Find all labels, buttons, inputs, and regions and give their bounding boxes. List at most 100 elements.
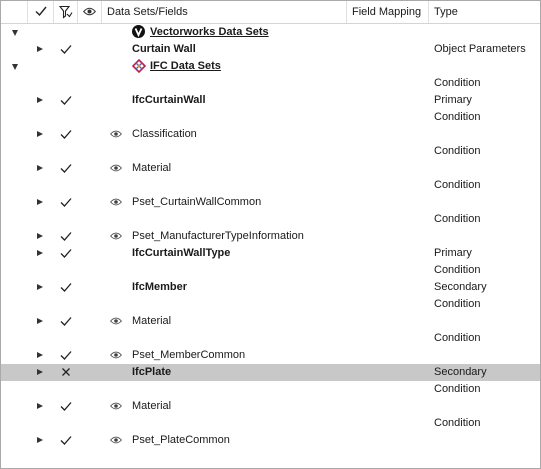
- filter-icon: [59, 5, 73, 19]
- expand-arrow-icon[interactable]: [37, 233, 43, 239]
- condition-row[interactable]: Condition: [1, 262, 540, 279]
- include-check-icon[interactable]: [60, 401, 72, 411]
- row-type: Primary: [434, 94, 472, 106]
- condition-row[interactable]: Condition: [1, 143, 540, 160]
- include-check-icon[interactable]: [60, 129, 72, 139]
- tree-row[interactable]: Classification: [1, 126, 540, 143]
- row-name: IfcCurtainWall: [132, 94, 206, 106]
- expand-arrow-icon[interactable]: [37, 318, 43, 324]
- visibility-eye-icon[interactable]: [110, 351, 122, 359]
- condition-row[interactable]: Condition: [1, 381, 540, 398]
- expand-arrow-icon[interactable]: [37, 199, 43, 205]
- tree-row[interactable]: Vectorworks Data Sets: [1, 24, 540, 41]
- visibility-eye-icon[interactable]: [110, 198, 122, 206]
- expand-arrow-icon[interactable]: [37, 46, 43, 52]
- include-check-icon[interactable]: [60, 248, 72, 258]
- header-visibility-column[interactable]: [78, 1, 102, 23]
- visibility-eye-icon[interactable]: [110, 164, 122, 172]
- condition-row[interactable]: Condition: [1, 109, 540, 126]
- include-check-icon[interactable]: [60, 350, 72, 360]
- include-check-icon[interactable]: [60, 95, 72, 105]
- tree-row[interactable]: IFC Data Sets: [1, 58, 540, 75]
- tree-row[interactable]: Material: [1, 160, 540, 177]
- condition-row[interactable]: Condition: [1, 330, 540, 347]
- expand-arrow-icon[interactable]: [37, 352, 43, 358]
- tree-row[interactable]: Pset_ManufacturerTypeInformation: [1, 228, 540, 245]
- include-check-icon[interactable]: [60, 231, 72, 241]
- row-type: Condition: [434, 213, 481, 225]
- header-mapping-column[interactable]: [54, 1, 78, 23]
- tree-row[interactable]: Curtain Wall Object Parameters: [1, 41, 540, 58]
- expand-arrow-icon[interactable]: [37, 403, 43, 409]
- row-type: Condition: [434, 77, 481, 89]
- header-field-mapping-label: Field Mapping: [352, 6, 422, 18]
- expand-arrow-icon[interactable]: [37, 97, 43, 103]
- row-name: Material: [132, 400, 172, 412]
- header-datasets-label: Data Sets/Fields: [107, 6, 188, 18]
- row-name: Curtain Wall: [132, 43, 196, 55]
- expand-arrow-icon[interactable]: [37, 131, 43, 137]
- row-name: IFC Data Sets: [150, 60, 221, 72]
- row-type: Condition: [434, 383, 481, 395]
- expand-arrow-icon[interactable]: [37, 165, 43, 171]
- header-type-label: Type: [434, 6, 458, 18]
- header-expand-column[interactable]: [1, 1, 28, 23]
- header-include-column[interactable]: [28, 1, 54, 23]
- tree-row[interactable]: IfcCurtainWallType Primary: [1, 245, 540, 262]
- visibility-eye-icon[interactable]: [110, 130, 122, 138]
- header-type-column[interactable]: Type: [429, 1, 540, 23]
- row-type: Condition: [434, 417, 481, 429]
- include-check-icon[interactable]: [60, 282, 72, 292]
- collapse-arrow-icon[interactable]: [12, 64, 18, 70]
- expand-arrow-icon[interactable]: [37, 369, 43, 375]
- expand-arrow-icon[interactable]: [37, 250, 43, 256]
- visibility-eye-icon[interactable]: [110, 232, 122, 240]
- row-name: Classification: [132, 128, 197, 140]
- include-check-icon[interactable]: [60, 435, 72, 445]
- condition-row[interactable]: Condition: [1, 211, 540, 228]
- condition-row[interactable]: Condition: [1, 296, 540, 313]
- header-datasets-column[interactable]: Data Sets/Fields: [102, 1, 347, 23]
- tree-row[interactable]: Material: [1, 313, 540, 330]
- vectorworks-logo-icon: [132, 25, 145, 38]
- exclude-cross-icon[interactable]: [60, 367, 72, 377]
- row-name: IfcPlate: [132, 366, 172, 378]
- row-name: Material: [132, 315, 172, 327]
- tree-row[interactable]: IfcMember Secondary: [1, 279, 540, 296]
- row-type: Condition: [434, 332, 481, 344]
- visibility-eye-icon[interactable]: [110, 317, 122, 325]
- row-name: Material: [132, 162, 172, 174]
- condition-row[interactable]: Condition: [1, 177, 540, 194]
- row-name: Pset_MemberCommon: [132, 349, 246, 361]
- tree-row[interactable]: IfcCurtainWall Primary: [1, 92, 540, 109]
- ifc-logo-icon: [132, 59, 146, 73]
- row-type: Condition: [434, 298, 481, 310]
- expand-arrow-icon[interactable]: [37, 284, 43, 290]
- include-check-icon[interactable]: [60, 163, 72, 173]
- expand-arrow-icon[interactable]: [37, 437, 43, 443]
- datasets-panel: Data Sets/Fields Field Mapping Type Vect…: [0, 0, 541, 469]
- row-type: Condition: [434, 111, 481, 123]
- row-type: Condition: [434, 264, 481, 276]
- tree-row[interactable]: Material: [1, 398, 540, 415]
- tree-row[interactable]: IfcPlate Secondary: [1, 364, 540, 381]
- visibility-eye-icon[interactable]: [110, 436, 122, 444]
- collapse-arrow-icon[interactable]: [12, 30, 18, 36]
- row-type: Secondary: [434, 281, 487, 293]
- tree-row[interactable]: Pset_MemberCommon: [1, 347, 540, 364]
- condition-row[interactable]: Condition: [1, 415, 540, 432]
- eye-icon: [83, 7, 96, 16]
- header-field-mapping-column[interactable]: Field Mapping: [347, 1, 429, 23]
- include-check-icon[interactable]: [60, 44, 72, 54]
- tree-row[interactable]: Pset_CurtainWallCommon: [1, 194, 540, 211]
- include-check-icon[interactable]: [60, 316, 72, 326]
- row-name: Pset_ManufacturerTypeInformation: [132, 230, 304, 242]
- visibility-eye-icon[interactable]: [110, 402, 122, 410]
- tree-row[interactable]: Pset_PlateCommon: [1, 432, 540, 449]
- row-name: IfcMember: [132, 281, 188, 293]
- include-check-icon[interactable]: [60, 197, 72, 207]
- condition-row[interactable]: Condition: [1, 75, 540, 92]
- row-type: Condition: [434, 145, 481, 157]
- row-type: Secondary: [434, 366, 487, 378]
- row-type: Primary: [434, 247, 472, 259]
